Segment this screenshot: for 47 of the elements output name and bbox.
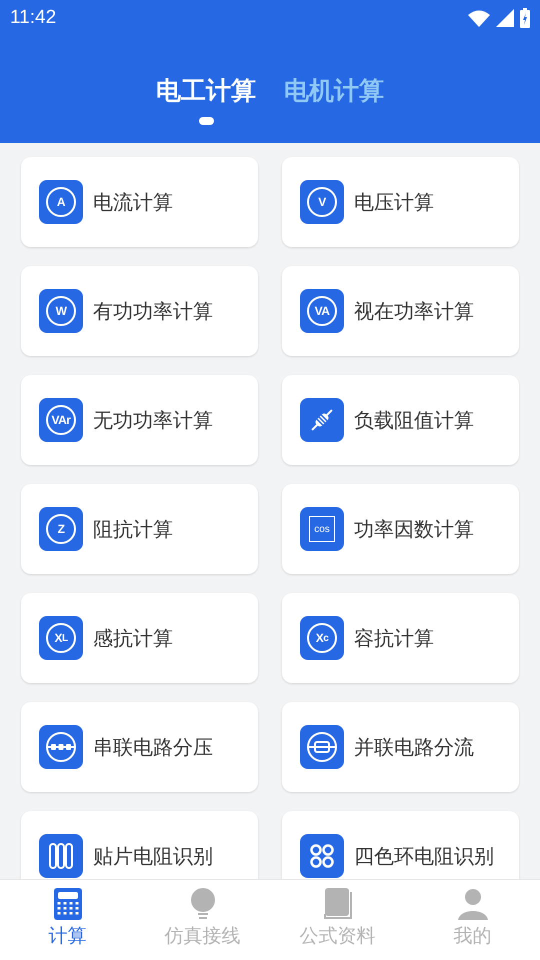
status-time: 11:42 <box>10 7 56 29</box>
parallel-circuit-icon <box>300 725 344 769</box>
battery-icon <box>520 8 530 28</box>
nav-tab[interactable]: 计算 <box>48 923 86 949</box>
symbol-icon: Z <box>39 507 83 551</box>
signal-icon <box>496 9 514 27</box>
resistor-icon <box>300 398 344 442</box>
card-label: 并联电路分流 <box>354 734 474 760</box>
calculator-card[interactable]: 负载阻值计算 <box>282 375 519 465</box>
symbol-icon: W <box>39 289 83 333</box>
calculator-card[interactable]: VA 视在功率计算 <box>282 266 519 356</box>
card-label: 贴片电阻识别 <box>93 842 213 870</box>
calculator-card[interactable]: Z 阻抗计算 <box>21 484 258 574</box>
card-label: 阻抗计算 <box>93 516 173 542</box>
calculator-card[interactable]: A 电流计算 <box>21 157 258 247</box>
calculator-card[interactable]: 四色环电阻识别 <box>282 811 519 879</box>
person-icon <box>456 888 488 920</box>
symbol-icon: V <box>300 180 344 224</box>
card-label: 容抗计算 <box>354 624 434 652</box>
card-label: 串联电路分压 <box>93 734 213 760</box>
card-label: 负载阻值计算 <box>354 406 474 434</box>
card-label: 视在功率计算 <box>354 298 474 324</box>
calculator-card[interactable]: W 有功功率计算 <box>21 266 258 356</box>
card-label: 电压计算 <box>354 188 434 216</box>
card-label: 无功功率计算 <box>93 406 213 434</box>
series-circuit-icon <box>39 725 83 769</box>
wifi-icon <box>468 10 490 26</box>
card-label: 电流计算 <box>93 188 173 216</box>
calculator-card[interactable]: cos 功率因数计算 <box>282 484 519 574</box>
tab-indicator <box>198 117 214 125</box>
calculator-card[interactable]: 贴片电阻识别 <box>21 811 258 879</box>
category-tab[interactable]: 电工计算 <box>156 74 256 107</box>
lightbulb-icon <box>188 888 216 920</box>
card-label: 感抗计算 <box>93 624 173 652</box>
card-label: 四色环电阻识别 <box>354 842 494 870</box>
calculator-icon <box>54 888 82 920</box>
book-icon <box>322 888 352 920</box>
card-label: 功率因数计算 <box>354 516 474 542</box>
calculator-card[interactable]: 并联电路分流 <box>282 702 519 792</box>
symbol-icon: VA <box>300 289 344 333</box>
card-label: 有功功率计算 <box>93 298 213 324</box>
calculator-card[interactable]: 串联电路分压 <box>21 702 258 792</box>
calculator-card[interactable]: VAr 无功功率计算 <box>21 375 258 465</box>
symbol-icon: VAr <box>39 398 83 442</box>
symbol-icon: cos <box>300 507 344 551</box>
symbol-icon: A <box>39 180 83 224</box>
calculator-card[interactable]: V 电压计算 <box>282 157 519 247</box>
